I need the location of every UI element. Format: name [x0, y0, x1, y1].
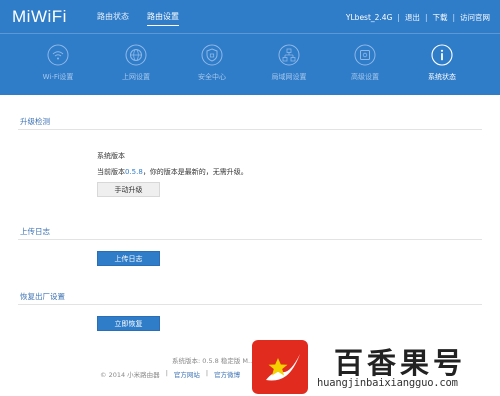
footer-divider: |	[165, 369, 168, 377]
nav-advanced-settings[interactable]: 高级设置	[325, 40, 405, 95]
factory-reset-section-title: 恢复出厂设置	[20, 292, 65, 301]
wifi-icon	[47, 44, 69, 66]
top-nav: 路由状态 路由设置	[97, 12, 179, 26]
nav-internet-settings[interactable]: 上网设置	[96, 40, 176, 95]
ssid-label[interactable]: YLbest_2.4G	[346, 13, 392, 22]
official-site-link[interactable]: 访问官网	[460, 12, 490, 23]
topnav-router-status[interactable]: 路由状态	[97, 12, 129, 26]
footer-weibo-link[interactable]: 官方微博	[214, 369, 240, 379]
nav-label: Wi-Fi设置	[42, 73, 74, 81]
footer-official-site-link[interactable]: 官方网站	[174, 369, 200, 379]
nav-label: 安全中心	[198, 73, 226, 81]
divider: |	[397, 13, 400, 22]
current-version-text: 当前版本0.5.8，你的版本是最新的，无需升级。	[97, 167, 248, 177]
main-nav: Wi-Fi设置 上网设置 安全中心 局域网设置 高级设置 系统状态	[0, 40, 500, 95]
watermark-logo-icon	[252, 340, 308, 394]
nav-label: 局域网设置	[271, 73, 307, 81]
section-divider	[18, 129, 482, 130]
restore-now-button[interactable]: 立即恢复	[97, 316, 160, 331]
divider: |	[424, 13, 428, 22]
current-version-prefix: 当前版本	[97, 168, 125, 176]
shield-icon	[201, 44, 223, 66]
gear-box-icon	[354, 44, 376, 66]
header-divider	[0, 33, 500, 34]
system-version-label: 系统版本	[97, 152, 125, 160]
nav-security-center[interactable]: 安全中心	[172, 40, 252, 95]
watermark-url: huangjinbaixiangguo.com	[317, 377, 458, 389]
current-version-number: 0.5.8	[125, 168, 143, 176]
download-link[interactable]: 下载	[432, 12, 447, 23]
top-right-links: YLbest_2.4G | 退出 | 下载 | 访问官网	[346, 12, 490, 23]
footer-divider: |	[205, 369, 209, 377]
upload-log-button[interactable]: 上传日志	[97, 251, 160, 266]
info-icon	[431, 44, 453, 66]
divider: |	[452, 13, 455, 22]
nav-system-status[interactable]: 系统状态	[402, 40, 482, 95]
network-icon	[278, 44, 300, 66]
footer-copyright: © 2014 小米路由器	[100, 371, 160, 379]
globe-icon	[125, 44, 147, 66]
watermark: 百香果号 huangjinbaixiangguo.com	[250, 336, 500, 396]
section-divider	[18, 239, 482, 240]
manual-upgrade-button[interactable]: 手动升级	[97, 182, 160, 197]
nav-label: 上网设置	[122, 73, 150, 81]
top-header: MiWiFi 路由状态 路由设置 YLbest_2.4G | 退出 | 下载 |…	[0, 0, 500, 95]
logout-link[interactable]: 退出	[405, 12, 420, 23]
current-version-suffix: ，你的版本是最新的，无需升级。	[142, 168, 248, 176]
watermark-title: 百香果号	[334, 346, 467, 380]
nav-lan-settings[interactable]: 局域网设置	[249, 40, 329, 95]
nav-wifi-settings[interactable]: Wi-Fi设置	[18, 40, 98, 95]
upgrade-section-title: 升级检测	[20, 117, 50, 126]
nav-label: 系统状态	[428, 73, 456, 81]
logo: MiWiFi	[12, 7, 67, 26]
topnav-router-settings[interactable]: 路由设置	[147, 12, 179, 26]
upload-log-section-title: 上传日志	[20, 227, 50, 236]
nav-label: 高级设置	[351, 73, 379, 81]
section-divider	[18, 304, 482, 305]
